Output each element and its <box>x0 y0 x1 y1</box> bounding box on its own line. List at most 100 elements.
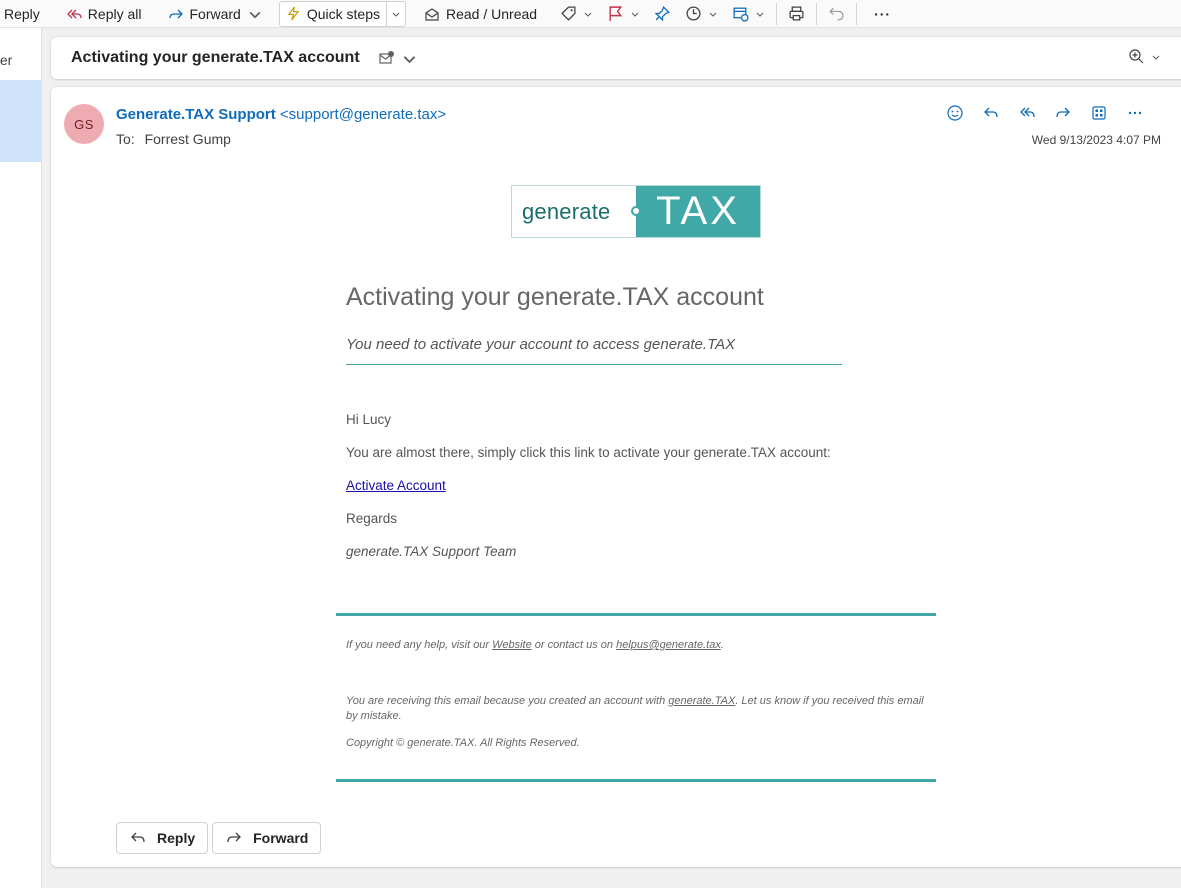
more-icon: ··· <box>874 5 892 22</box>
reply-all-label: Reply all <box>87 5 142 22</box>
reply-label: Reply <box>4 5 40 22</box>
avatar[interactable]: GS <box>64 104 104 144</box>
clock-icon <box>686 6 701 21</box>
printer-icon <box>789 6 804 21</box>
command-toolbar: Reply Reply all Forward Quick steps Read… <box>0 0 1181 28</box>
forward-icon <box>227 832 242 843</box>
react-button[interactable] <box>937 101 973 125</box>
quick-steps-dropdown[interactable] <box>387 9 405 19</box>
message-list-pane: ter <box>0 28 42 888</box>
recipient-line: To: Forrest Gump <box>116 131 231 147</box>
chevron-down-icon <box>709 12 717 17</box>
undo-icon <box>829 7 844 21</box>
email-heading: Activating your generate.TAX account <box>346 283 764 311</box>
activate-account-link[interactable]: Activate Account <box>346 478 446 493</box>
toolbar-divider <box>816 2 818 25</box>
chevron-down-icon <box>392 12 400 17</box>
logo-right-part: TAX <box>636 186 760 237</box>
generate-tax-logo: generate TAX <box>511 185 761 238</box>
copyright-text: Copyright © generate.TAX. All Rights Res… <box>346 737 580 749</box>
apps-button[interactable] <box>1081 101 1117 125</box>
help-email-link[interactable]: helpus@generate.tax <box>616 639 721 651</box>
reply-button[interactable]: Reply <box>0 0 46 28</box>
subject-title: Activating your generate.TAX account <box>71 49 360 66</box>
more-icon <box>1128 111 1142 115</box>
heading-divider <box>346 364 842 365</box>
pin-icon <box>654 5 671 22</box>
help-suffix: . <box>720 639 724 651</box>
flag-button[interactable] <box>600 0 647 28</box>
message-reply-all-button[interactable] <box>1009 101 1045 125</box>
reply-all-button[interactable]: Reply all <box>60 0 148 28</box>
sender-address: <support@generate.tax> <box>279 106 447 123</box>
chevron-down-icon <box>1152 55 1160 60</box>
message-forward-button[interactable] <box>1045 101 1081 125</box>
message-actions <box>937 101 1153 125</box>
reply-forward-buttons: Reply Forward <box>116 822 325 854</box>
logo-right-text: TAX <box>656 189 740 233</box>
print-button[interactable] <box>781 0 812 28</box>
logo-dot <box>631 206 641 216</box>
chevron-down-icon <box>631 12 639 17</box>
pin-button[interactable] <box>647 0 678 28</box>
chevron-down-icon <box>584 12 592 17</box>
message-more-button[interactable] <box>1117 101 1153 125</box>
selected-message-item[interactable] <box>0 80 42 162</box>
footer-bottom-divider <box>336 779 936 782</box>
greeting: Hi Lucy <box>346 412 392 427</box>
reading-pane-card: GS Generate.TAX Support <support@generat… <box>51 87 1181 867</box>
zoom-in-icon <box>1129 49 1144 64</box>
categorize-button[interactable] <box>553 0 600 28</box>
envelope-open-icon <box>425 7 439 21</box>
mail-rules-icon <box>733 7 749 22</box>
mail-check-icon <box>379 50 394 64</box>
forward-icon <box>1056 107 1070 118</box>
chevron-down-icon <box>403 55 415 63</box>
notice-text: You are receiving this email because you… <box>346 694 936 724</box>
toolbar-divider <box>856 2 858 25</box>
tag-icon <box>561 6 576 21</box>
signature-text: generate.TAX Support Team <box>346 544 517 559</box>
footer-top-divider <box>336 613 936 616</box>
zoom-control[interactable] <box>1128 48 1161 65</box>
message-reply-button[interactable] <box>973 101 1009 125</box>
reply-all-icon <box>1020 107 1035 118</box>
more-actions-button[interactable]: ··· <box>867 0 898 28</box>
footer-reply-label: Reply <box>157 830 196 846</box>
reply-icon <box>131 832 145 843</box>
regards-text: Regards <box>346 511 398 526</box>
reply-all-icon <box>66 9 82 18</box>
footer-forward-button[interactable]: Forward <box>212 822 322 854</box>
toolbar-divider <box>776 2 778 25</box>
notice-link[interactable]: generate.TAX <box>668 695 735 707</box>
logo-left-text: generate <box>522 198 611 224</box>
sender-name: Generate.TAX Support <box>116 106 276 123</box>
subject-bar: Activating your generate.TAX account <box>51 37 1181 79</box>
chevron-down-icon[interactable] <box>247 6 263 22</box>
read-unread-label: Read / Unread <box>446 5 538 22</box>
quick-steps-button[interactable]: Quick steps <box>280 1 387 26</box>
help-prefix: If you need any help, visit our <box>346 639 493 651</box>
email-subheading: You need to activate your account to acc… <box>346 336 736 353</box>
apps-grid-icon <box>1092 106 1106 120</box>
website-link[interactable]: Website <box>492 639 532 651</box>
recipient-name[interactable]: Forrest Gump <box>145 131 231 147</box>
read-unread-button[interactable]: Read / Unread <box>418 0 543 28</box>
snooze-button[interactable] <box>678 0 725 28</box>
forward-button[interactable]: Forward <box>162 0 275 28</box>
message-date: Wed 9/13/2023 4:07 PM <box>1031 133 1161 147</box>
sender[interactable]: Generate.TAX Support <support@generate.t… <box>116 106 446 123</box>
forward-icon <box>168 9 183 18</box>
filter-label[interactable]: ter <box>0 52 12 68</box>
help-middle: or contact us on <box>531 639 617 651</box>
rules-button[interactable] <box>725 0 772 28</box>
reply-icon <box>984 107 998 118</box>
help-text: If you need any help, visit our Website … <box>346 638 936 653</box>
to-label: To: <box>116 131 135 147</box>
chevron-down-icon <box>756 12 764 17</box>
undo-button[interactable] <box>821 0 852 28</box>
summary-button[interactable] <box>378 50 418 67</box>
lightning-icon <box>287 6 300 21</box>
logo-left-part: generate <box>512 186 641 237</box>
footer-reply-button[interactable]: Reply <box>116 822 209 854</box>
